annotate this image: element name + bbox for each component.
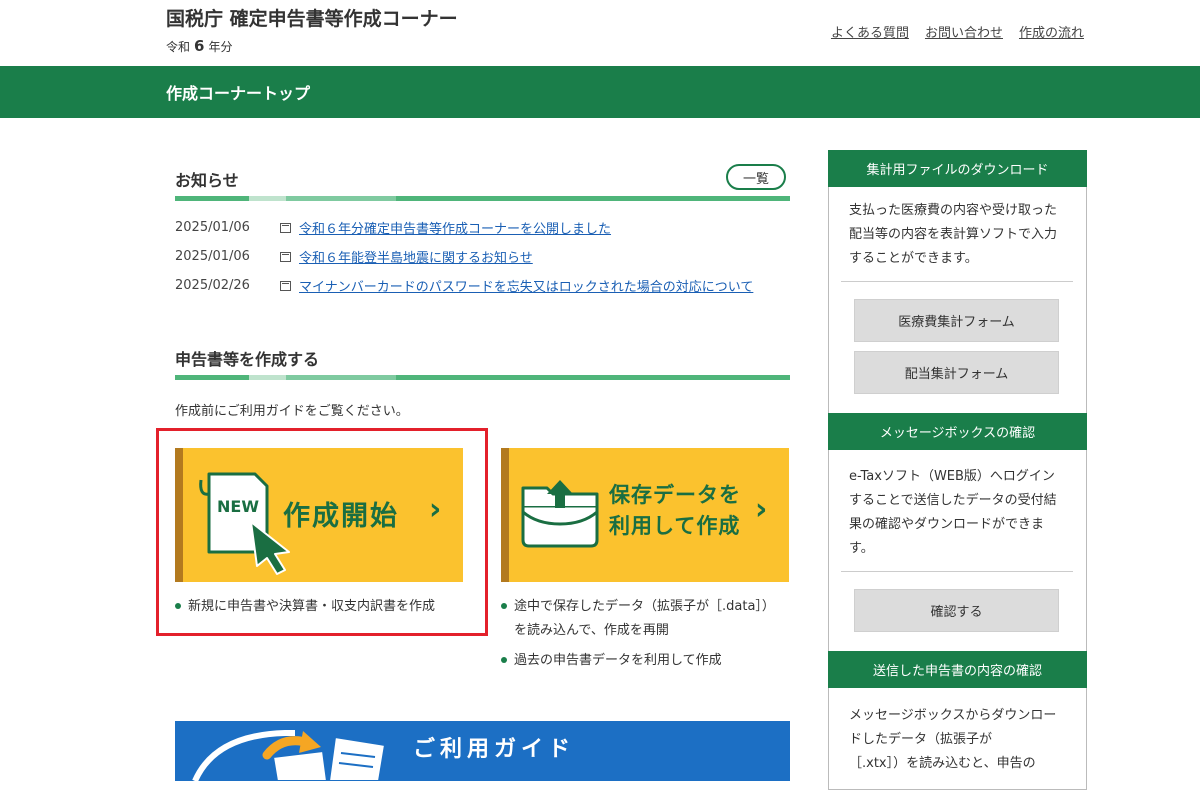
faq-link[interactable]: よくある質問 [831,22,909,41]
bullet-dot [501,602,507,609]
news-date: 2025/01/06 [175,220,250,235]
bullet-text: 過去の申告書データを利用して作成 [514,653,722,668]
messagebox-heading: メッセージボックスの確認 [828,413,1087,450]
saved-data-description: 途中で保存したデータ（拡張子が［.data］） を読み込んで、作成を再開 過去の… [501,595,775,673]
page-banner: 作成コーナートップ [0,66,1200,118]
news-heading: お知らせ [175,171,239,190]
era-prefix: 令和 [166,40,191,54]
sent-return-description-line: ［.xtx］）を読み込むと、申告の [849,756,1036,771]
sidebar: 集計用ファイルのダウンロード 支払った医療費の内容や受け取った 配当等の内容を表… [828,150,1087,790]
usage-guide-banner[interactable]: ご利用ガイド [175,721,790,781]
messagebox-description-line: することで送信したデータの受付結 [849,493,1057,508]
bullet-text-continued: を読み込んで、作成を再開 [514,623,669,638]
create-heading-underline [175,375,790,380]
dividend-form-button[interactable]: 配当集計フォーム [854,351,1059,394]
download-description-line: することができます。 [849,251,978,266]
document-icon [280,251,291,262]
news-link[interactable]: マイナンバーカードのパスワードを忘失又はロックされた場合の対応について [299,276,753,295]
download-description-line: 支払った医療費の内容や受け取った [849,203,1058,218]
guide-illustration-icon [192,730,387,781]
sent-return-heading: 送信した申告書の内容の確認 [828,651,1087,688]
bullet-text: 途中で保存したデータ（拡張子が［.data］） [514,599,775,614]
use-saved-data-label-line2: 利用して作成 [609,514,741,538]
news-date: 2025/01/06 [175,249,250,264]
news-item: 2025/02/26 マイナンバーカードのパスワードを忘失又はロックされた場合の… [175,276,753,295]
bullet-dot [501,656,507,663]
header-links: よくある質問 お問い合わせ 作成の流れ [831,22,1084,41]
document-icon [280,222,291,233]
sent-return-description-line: ドしたデータ（拡張子が [849,732,993,747]
download-heading: 集計用ファイルのダウンロード [828,150,1087,187]
messagebox-description-line: e-Taxソフト（WEB版）へログイン [849,469,1055,484]
news-item: 2025/01/06 令和６年分確定申告書等作成コーナーを公開しました [175,218,611,237]
contact-link[interactable]: お問い合わせ [925,22,1003,41]
divider [841,281,1073,282]
divider [841,571,1073,572]
use-saved-data-label-line1: 保存データを [609,483,741,507]
document-icon [280,280,291,291]
medical-form-button[interactable]: 医療費集計フォーム [854,299,1059,342]
download-description-line: 配当等の内容を表計算ソフトで入力 [849,227,1058,242]
news-link[interactable]: 令和６年分確定申告書等作成コーナーを公開しました [299,218,611,237]
flow-link[interactable]: 作成の流れ [1019,22,1084,41]
news-link[interactable]: 令和６年能登半島地震に関するお知らせ [299,247,533,266]
tax-year-label: 令和 6 年分 [166,37,232,55]
usage-guide-label: ご利用ガイド [413,737,576,762]
create-heading: 申告書等を作成する [175,350,320,369]
guide-intro-text: 作成前にご利用ガイドをご覧ください。 [175,404,409,419]
confirm-messagebox-button[interactable]: 確認する [854,589,1059,632]
messagebox-description-line: す。 [849,541,874,556]
download-description: 支払った医療費の内容や受け取った 配当等の内容を表計算ソフトで入力 することがで… [849,199,1071,271]
chevron-right-icon: › [755,492,768,527]
sent-return-description: メッセージボックスからダウンロー ドしたデータ（拡張子が ［.xtx］）を読み込… [849,704,1071,776]
site-title: 国税庁 確定申告書等作成コーナー [166,8,458,30]
news-heading-underline [175,196,790,201]
folder-upload-icon [521,480,599,548]
highlight-box [156,428,488,636]
news-list-button[interactable]: 一覧 [726,164,786,190]
messagebox-description: e-Taxソフト（WEB版）へログイン することで送信したデータの受付結 果の確… [849,465,1071,561]
sent-return-description-line: メッセージボックスからダウンロー [849,708,1057,723]
era-year: 6 [194,37,205,55]
page-title: 作成コーナートップ [166,84,311,103]
news-date: 2025/02/26 [175,278,250,293]
use-saved-data-label: 保存データを 利用して作成 [609,480,741,542]
use-saved-data-button[interactable]: 保存データを 利用して作成 › [501,448,789,582]
messagebox-description-line: 果の確認やダウンロードができま [849,517,1045,532]
news-item: 2025/01/06 令和６年能登半島地震に関するお知らせ [175,247,533,266]
era-suffix: 年分 [208,40,233,54]
